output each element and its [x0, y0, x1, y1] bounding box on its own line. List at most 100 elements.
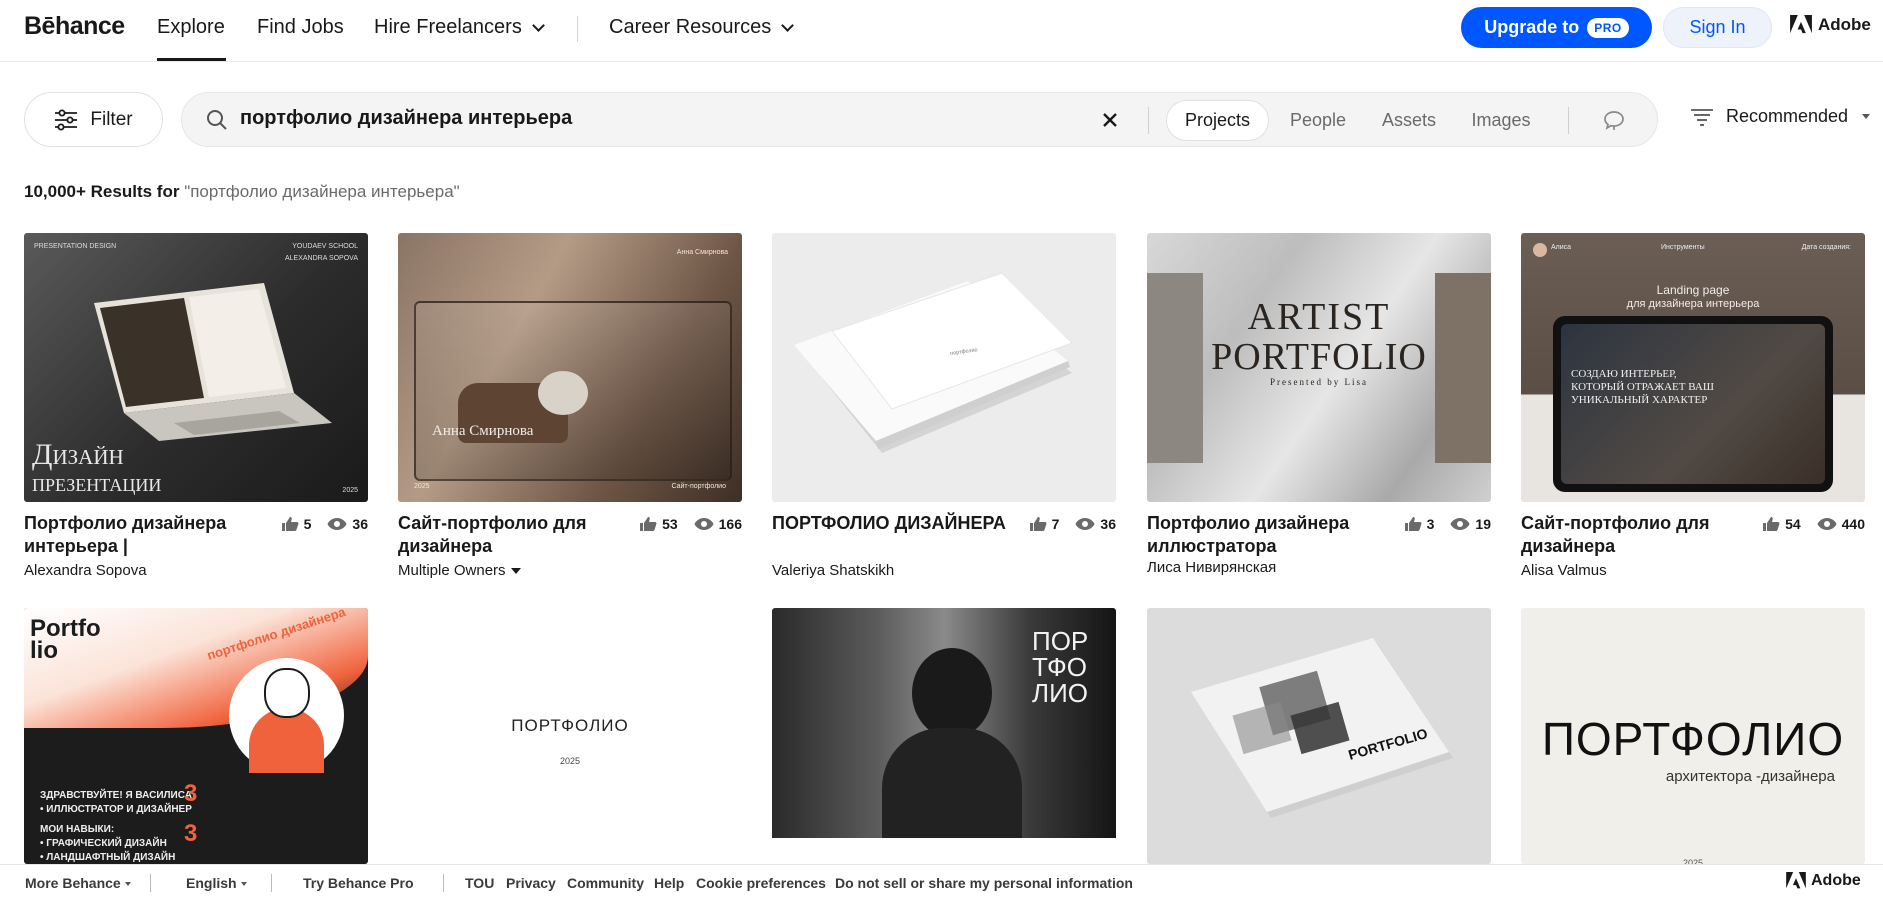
- project-thumbnail[interactable]: Portfo lio портфолио дизайнера ЗДРАВСТВУ…: [24, 608, 368, 864]
- caret-down-icon: [510, 568, 521, 575]
- project-stats: 54 440: [1762, 516, 1865, 532]
- project-card[interactable]: ARTIST PORTFOLIO Presented by Lisa Портф…: [1147, 233, 1491, 576]
- project-card[interactable]: портфолио ПОРТФОЛИО ДИЗАЙНЕРА 7 36 Valer…: [772, 233, 1116, 579]
- caret-down-icon: [240, 882, 247, 887]
- project-title[interactable]: ПОРТФОЛИО ДИЗАЙНЕРА: [772, 512, 1012, 535]
- sign-in-button[interactable]: Sign In: [1663, 7, 1772, 48]
- project-thumbnail[interactable]: портфолио: [772, 233, 1116, 502]
- avatar: [1533, 243, 1547, 257]
- more-behance-dropdown[interactable]: More Behance: [25, 875, 131, 891]
- project-thumbnail[interactable]: ПОР ТФО ЛИО: [772, 608, 1116, 864]
- project-card[interactable]: Анна Смирнова Анна Смирнова 2025 Сайт-по…: [398, 233, 742, 579]
- thumbs-up-icon: [1029, 517, 1047, 531]
- eye-icon: [1075, 518, 1095, 530]
- ai-chat-icon[interactable]: [1602, 109, 1626, 133]
- book-mockup: [1191, 638, 1453, 818]
- person-head: [912, 648, 992, 738]
- search-divider: [1568, 107, 1569, 134]
- footer-link-cookie-preferences[interactable]: Cookie preferences: [696, 875, 826, 891]
- project-thumbnail[interactable]: PRESENTATION DESIGN YOUDAEV SCHOOL ALEXA…: [24, 233, 368, 502]
- project-card[interactable]: Алиса Инструменты Дата создания: Landing…: [1521, 233, 1865, 579]
- book-mockup: [794, 272, 1073, 453]
- sort-dropdown[interactable]: Recommended: [1690, 106, 1871, 127]
- project-title[interactable]: Сайт-портфолио для дизайнера: [398, 512, 638, 558]
- search-input[interactable]: портфолио дизайнера интерьера: [240, 107, 572, 130]
- thumbs-up-icon: [640, 517, 657, 531]
- person-body: [882, 728, 1022, 838]
- project-owner[interactable]: Alexandra Sopova: [24, 562, 147, 579]
- footer-adobe-link[interactable]: Adobe: [1786, 872, 1861, 890]
- footer-divider: [443, 874, 444, 892]
- footer-link-privacy[interactable]: Privacy: [506, 875, 556, 891]
- caret-down-icon: [1862, 114, 1871, 119]
- upgrade-to-pro-button[interactable]: Upgrade to PRO: [1461, 7, 1652, 48]
- footer-link-tou[interactable]: TOU: [465, 875, 494, 891]
- results-count: 10,000+ Results for "портфолио дизайнера…: [24, 182, 460, 201]
- active-tab-indicator: [157, 58, 226, 61]
- chevron-down-icon: [781, 18, 795, 32]
- top-navigation: Bēhance Explore Find Jobs Hire Freelance…: [0, 0, 1883, 62]
- project-stats: 5 36: [281, 516, 368, 532]
- project-owner[interactable]: Valeriya Shatskikh: [772, 562, 894, 579]
- pro-badge: PRO: [1587, 17, 1629, 38]
- project-stats: 7 36: [1029, 516, 1116, 532]
- eye-icon: [327, 518, 347, 530]
- portrait-face: [264, 668, 310, 718]
- multiple-owners-dropdown[interactable]: Multiple Owners: [398, 562, 521, 579]
- project-card[interactable]: ПОРТФОЛИО 2025: [398, 608, 742, 864]
- project-thumbnail[interactable]: Анна Смирнова Анна Смирнова 2025 Сайт-по…: [398, 233, 742, 502]
- nav-career-resources[interactable]: Career Resources: [609, 16, 795, 39]
- eye-icon: [1817, 518, 1837, 530]
- adobe-icon: [1790, 15, 1812, 34]
- tab-people[interactable]: People: [1275, 100, 1361, 141]
- project-stats: 3 19: [1404, 516, 1491, 532]
- nav-find-jobs[interactable]: Find Jobs: [257, 16, 344, 39]
- search-icon: [207, 110, 227, 130]
- project-card[interactable]: ПОРТФОЛИО архитектора -дизайнера 2025: [1521, 608, 1865, 864]
- fur-throw: [538, 371, 588, 415]
- footer-divider: [271, 874, 272, 892]
- project-thumbnail[interactable]: Алиса Инструменты Дата создания: Landing…: [1521, 233, 1865, 502]
- project-stats: 53 166: [639, 516, 742, 532]
- chevron-down-icon: [531, 18, 545, 32]
- project-title[interactable]: Сайт-портфолио для дизайнера: [1521, 512, 1721, 558]
- project-title[interactable]: Портфолио дизайнера иллюстратора: [1147, 512, 1387, 558]
- language-dropdown[interactable]: English: [186, 875, 247, 891]
- thumbs-up-icon: [1763, 517, 1780, 531]
- eye-icon: [694, 518, 714, 530]
- project-thumbnail[interactable]: PORTFOLIO: [1147, 608, 1491, 864]
- filter-sliders-icon: [55, 109, 78, 130]
- tab-assets[interactable]: Assets: [1367, 100, 1451, 141]
- nav-hire-freelancers[interactable]: Hire Freelancers: [374, 16, 545, 39]
- project-owner[interactable]: Alisa Valmus: [1521, 562, 1607, 579]
- caret-down-icon: [124, 882, 131, 887]
- project-card[interactable]: PORTFOLIO: [1147, 608, 1491, 864]
- tab-projects[interactable]: Projects: [1166, 100, 1269, 141]
- filter-button[interactable]: Filter: [24, 92, 163, 147]
- project-thumbnail[interactable]: ПОРТФОЛИО архитектора -дизайнера 2025: [1521, 608, 1865, 864]
- nav-explore[interactable]: Explore: [157, 16, 225, 39]
- adobe-link[interactable]: Adobe: [1790, 15, 1871, 35]
- laptop-mockup: [94, 283, 332, 441]
- search-bar: портфолио дизайнера интерьера Projects P…: [181, 92, 1658, 147]
- project-card[interactable]: Portfo lio портфолио дизайнера ЗДРАВСТВУ…: [24, 608, 368, 864]
- project-thumbnail[interactable]: ARTIST PORTFOLIO Presented by Lisa: [1147, 233, 1491, 502]
- tab-images[interactable]: Images: [1457, 100, 1545, 141]
- project-card[interactable]: PRESENTATION DESIGN YOUDAEV SCHOOL ALEXA…: [24, 233, 368, 579]
- footer-link-help[interactable]: Help: [654, 875, 684, 891]
- search-divider: [1148, 107, 1149, 134]
- project-owner[interactable]: Лиса Нивирянская: [1147, 559, 1276, 576]
- eye-icon: [1450, 518, 1470, 530]
- footer-link-do-not-sell[interactable]: Do not sell or share my personal informa…: [835, 875, 1133, 891]
- footer-divider: [150, 874, 151, 892]
- project-title[interactable]: Портфолио дизайнера интерьера |: [24, 512, 264, 558]
- behance-logo[interactable]: Bēhance: [24, 12, 125, 41]
- adobe-icon: [1786, 872, 1806, 889]
- thumbs-up-icon: [1404, 517, 1422, 531]
- thumbs-up-icon: [281, 517, 299, 531]
- footer-link-community[interactable]: Community: [567, 875, 644, 891]
- project-thumbnail[interactable]: ПОРТФОЛИО 2025: [398, 608, 742, 864]
- close-icon[interactable]: [1100, 110, 1120, 130]
- try-behance-pro-link[interactable]: Try Behance Pro: [303, 875, 414, 891]
- project-card[interactable]: ПОР ТФО ЛИО: [772, 608, 1116, 864]
